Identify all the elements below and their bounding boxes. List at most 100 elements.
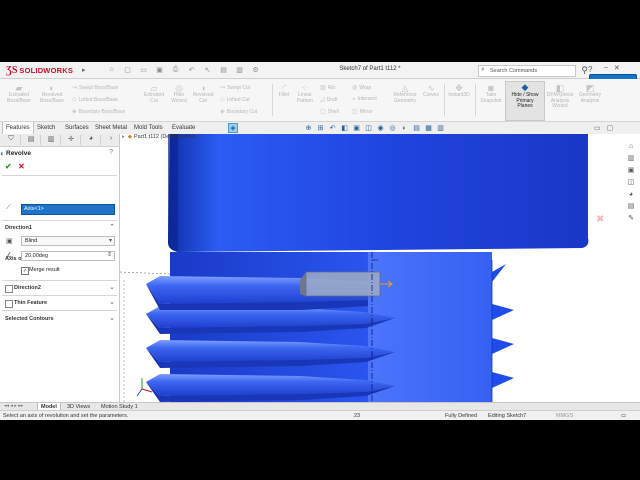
lofted-boss-button[interactable]: ◇ Lofted Boss/Base xyxy=(72,96,118,103)
boundary-boss-button[interactable]: ◈ Boundary Boss/Base xyxy=(72,108,125,115)
solidworks-logo[interactable]: ƷS SOLIDWORKS xyxy=(6,64,78,76)
viewport-restore-icon[interactable]: ▭ xyxy=(594,124,601,132)
swept-cut-button[interactable]: ↝ Swept Cut xyxy=(220,84,250,91)
save-icon[interactable]: ▣ xyxy=(154,65,165,74)
cancel-button[interactable]: ✕ xyxy=(18,162,25,171)
tab-sheet-metal[interactable]: Sheet Metal xyxy=(92,122,130,134)
feature-manager-icon[interactable]: ⛉ xyxy=(2,135,21,145)
edit-appearance-icon[interactable]: ◐ xyxy=(400,124,409,133)
fillet-button[interactable]: ◜ Fillet xyxy=(276,83,292,99)
open-icon[interactable]: ▭ xyxy=(138,65,149,74)
angle-input[interactable]: 20.00deg ⇕ xyxy=(21,251,115,261)
zoom-fit-icon[interactable]: ⊕ xyxy=(304,124,313,133)
custom-properties-icon[interactable]: ▤ xyxy=(626,202,636,211)
tab-evaluate[interactable]: Evaluate xyxy=(169,122,198,134)
spinner-icon[interactable]: ⇕ xyxy=(107,251,112,258)
chevron-down-icon[interactable]: ⌄ xyxy=(109,283,115,291)
part-model-view[interactable]: ✖ xyxy=(120,134,640,402)
tab-scroll-icons[interactable]: ◂◂ ◂ ▸ ▸▸ xyxy=(4,403,23,409)
geometry-analysis-button[interactable]: ◩ Geometry Analysis xyxy=(576,83,604,104)
draft-button[interactable]: ◿ Draft xyxy=(320,96,337,103)
display-pane-icon[interactable]: ▥ xyxy=(436,124,445,133)
help-icon[interactable]: ? xyxy=(109,149,113,156)
rib-button[interactable]: ▥ Rib xyxy=(320,84,335,91)
ok-button[interactable]: ✔ xyxy=(5,162,12,171)
revolved-cut-button[interactable]: ◑ Revolved Cut xyxy=(190,83,216,104)
solidworks-resources-icon[interactable]: ⌂ xyxy=(626,142,636,151)
hide-show-items-icon[interactable]: ◎ xyxy=(388,124,397,133)
display-manager-icon[interactable]: ◕ xyxy=(82,135,101,145)
tab-mold-tools[interactable]: Mold Tools xyxy=(131,122,166,134)
units-selector[interactable]: MMGS xyxy=(556,413,573,419)
reverse-direction-icon[interactable]: ▣ xyxy=(6,237,13,245)
instant3d-button[interactable]: ✥ Instant3D xyxy=(446,83,472,99)
viewport-maximize-icon[interactable]: ▢ xyxy=(607,124,614,132)
rebuild-icon[interactable]: ▤ xyxy=(218,65,229,74)
lofted-cut-button[interactable]: ◇ Lofted Cut xyxy=(220,96,250,103)
previous-view-icon[interactable]: ↶ xyxy=(328,124,337,133)
mirror-button[interactable]: ◫ Mirror xyxy=(352,108,373,115)
file-properties-icon[interactable]: ▥ xyxy=(234,65,245,74)
home-icon[interactable]: ⌂ xyxy=(106,65,117,74)
section-thin-feature[interactable]: Thin Feature ⌄ xyxy=(0,298,119,308)
chevron-down-icon[interactable]: ▾ xyxy=(109,237,112,244)
chevron-up-icon[interactable]: ⌃ xyxy=(109,223,115,231)
view-palette-icon[interactable]: ◫ xyxy=(626,178,636,187)
extruded-boss-button[interactable]: ▰ Extruded Boss/Base xyxy=(4,83,34,104)
swept-boss-button[interactable]: ↝ Swept Boss/Base xyxy=(72,84,118,91)
zoom-area-icon[interactable]: ⊞ xyxy=(316,124,325,133)
tab-sketch[interactable]: Sketch xyxy=(34,122,58,134)
hide-show-primary-planes-button[interactable]: ◆ Hide / Show Primary Planes xyxy=(505,81,545,121)
panel-expand-icon[interactable]: › xyxy=(102,135,120,145)
revolved-profile[interactable] xyxy=(368,252,520,402)
undo-icon[interactable]: ↶ xyxy=(186,65,197,74)
graphics-area[interactable]: ✖ ▸ ◆ Part1 t112 (Default<<Def... xyxy=(120,134,640,402)
appearances-icon[interactable]: ◕ xyxy=(626,190,636,199)
linear-pattern-button[interactable]: ⁘ Linear Pattern xyxy=(293,83,317,104)
help-icon[interactable]: ? xyxy=(588,65,592,74)
view-orientation-icon[interactable]: ◫ xyxy=(364,124,373,133)
configuration-manager-icon[interactable]: ▥ xyxy=(42,135,61,145)
wrap-button[interactable]: ◍ Wrap xyxy=(352,84,371,91)
extruded-cut-button[interactable]: ▱ Extruded Cut xyxy=(140,83,168,104)
shell-button[interactable]: ▢ Shell xyxy=(320,108,339,115)
dfmxpress-button[interactable]: ◧ DFMXpress Analysis Wizard xyxy=(545,83,575,110)
section-view-icon[interactable]: ◧ xyxy=(340,124,349,133)
chevron-down-icon[interactable]: ⌄ xyxy=(109,298,115,306)
feature-tree-flyout[interactable]: ▸ ◆ Part1 t112 (Default<<Def... xyxy=(122,134,199,140)
part-head[interactable] xyxy=(168,134,589,252)
chevron-down-icon[interactable]: ⌄ xyxy=(109,314,115,322)
intersect-button[interactable]: ◒ Intersect xyxy=(352,96,377,102)
search-icon[interactable]: ⚲ xyxy=(581,65,588,76)
property-manager-icon[interactable]: ▤ xyxy=(22,135,41,145)
menu-expand-icon[interactable]: ▸ xyxy=(82,66,86,74)
axis-selection-box[interactable]: Axis<1> xyxy=(21,204,115,215)
status-toggle-icon[interactable]: ▭ xyxy=(621,413,626,419)
design-library-icon[interactable]: ▥ xyxy=(626,154,636,163)
section-direction1[interactable]: Direction1 ⌃ xyxy=(0,223,119,233)
view-settings-icon[interactable]: ▦ xyxy=(424,124,433,133)
new-document-icon[interactable]: ▢ xyxy=(122,65,133,74)
search-commands[interactable]: ⌕ Search Commands ⚲ xyxy=(478,65,588,77)
options-icon[interactable]: ⚙ xyxy=(250,65,261,74)
thin-feature-checkbox[interactable] xyxy=(5,300,13,308)
solidworks-forum-icon[interactable]: ✎ xyxy=(626,214,636,223)
tab-surfaces[interactable]: Surfaces xyxy=(62,122,92,134)
reference-geometry-button[interactable]: ◬ Reference Geometry xyxy=(390,83,420,104)
print-icon[interactable]: ⎙ xyxy=(170,65,181,74)
end-condition-select[interactable]: Blind ▾ xyxy=(21,236,115,246)
revolved-boss-button[interactable]: ◐ Revolved Boss/Base xyxy=(36,83,68,104)
search-scope-icon[interactable]: ⌕ xyxy=(481,66,485,74)
file-explorer-icon[interactable]: ▣ xyxy=(626,166,636,175)
sketch-profile[interactable] xyxy=(300,271,393,297)
dynamic-annotation-icon[interactable]: ▣ xyxy=(352,124,361,133)
select-icon[interactable]: ↖ xyxy=(202,65,213,74)
expand-arrow-icon[interactable]: ▸ xyxy=(122,134,125,140)
dimxpert-icon[interactable]: ✛ xyxy=(62,135,81,145)
direction2-checkbox[interactable] xyxy=(5,285,13,293)
sketch-mode-icon[interactable]: ◈ xyxy=(228,123,238,133)
boundary-cut-button[interactable]: ◈ Boundary Cut xyxy=(220,108,257,115)
hole-wizard-button[interactable]: ◎ Hole Wizard xyxy=(168,83,190,104)
minimize-icon[interactable]: – xyxy=(604,64,608,72)
merge-result-checkbox[interactable]: ✓ xyxy=(21,267,29,275)
